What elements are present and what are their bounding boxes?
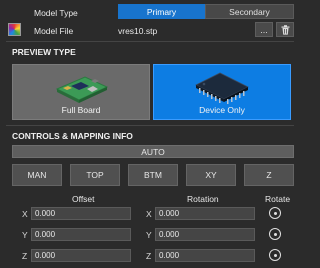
rotation-z-input[interactable] — [155, 249, 255, 262]
delete-button[interactable] — [276, 22, 294, 37]
view-btm-button[interactable]: BTM — [128, 164, 178, 186]
rotate-z-button[interactable] — [269, 249, 281, 261]
rotate-y-button[interactable] — [269, 228, 281, 240]
rotation-y-label: Y — [146, 230, 152, 240]
model-file-label: Model File — [34, 26, 74, 36]
offset-y-label: Y — [22, 230, 28, 240]
offset-z-label: Z — [22, 251, 28, 261]
model-type-primary-button[interactable]: Primary — [118, 4, 205, 19]
device-only-preview-icon — [195, 72, 249, 104]
device-only-tile[interactable]: Device Only — [153, 64, 291, 120]
header-divider — [6, 41, 294, 42]
offset-z-input[interactable] — [31, 249, 131, 262]
view-top-button[interactable]: TOP — [70, 164, 120, 186]
rotation-z-label: Z — [146, 251, 152, 261]
auto-button[interactable]: AUTO — [12, 145, 294, 158]
full-board-tile[interactable]: Full Board — [12, 64, 150, 120]
rotate-header: Rotate — [265, 194, 291, 204]
view-man-button[interactable]: MAN — [12, 164, 62, 186]
browse-button[interactable]: ... — [255, 22, 273, 37]
full-board-preview-icon — [55, 76, 109, 103]
rotation-header: Rotation — [187, 194, 219, 204]
offset-header: Offset — [72, 194, 95, 204]
offset-x-label: X — [22, 209, 28, 219]
view-z-button[interactable]: Z — [244, 164, 294, 186]
controls-title: CONTROLS & MAPPING INFO — [12, 131, 133, 141]
rotation-y-input[interactable] — [155, 228, 255, 241]
trash-icon — [281, 24, 289, 35]
offset-y-input[interactable] — [31, 228, 131, 241]
rotation-x-label: X — [146, 209, 152, 219]
preview-divider — [6, 125, 294, 126]
preview-type-title: PREVIEW TYPE — [12, 47, 76, 57]
rotate-x-button[interactable] — [269, 207, 281, 219]
model-type-secondary-button[interactable]: Secondary — [205, 4, 294, 19]
model-file-icon — [8, 23, 21, 36]
offset-x-input[interactable] — [31, 207, 131, 220]
rotation-x-input[interactable] — [155, 207, 255, 220]
model-type-selector[interactable]: Primary Secondary — [118, 4, 294, 19]
model-file-name: vres10.stp — [118, 26, 158, 36]
view-xy-button[interactable]: XY — [186, 164, 236, 186]
model-type-label: Model Type — [34, 8, 78, 18]
full-board-label: Full Board — [61, 105, 101, 115]
